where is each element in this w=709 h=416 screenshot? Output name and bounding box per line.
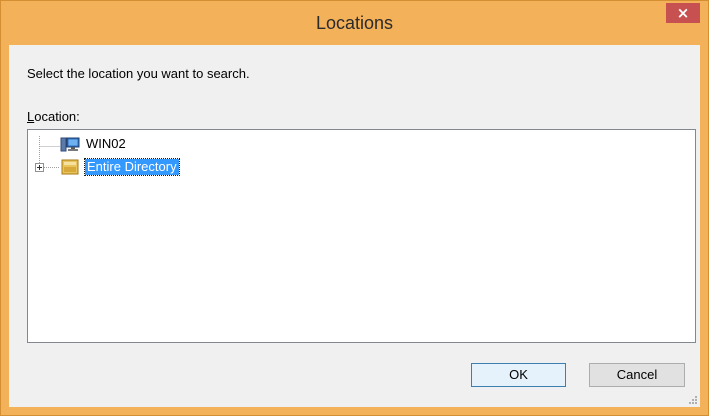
location-label-text: ocation:	[34, 109, 80, 124]
instruction-text: Select the location you want to search.	[27, 66, 250, 81]
ok-button[interactable]: OK	[471, 363, 566, 387]
close-icon: ×	[676, 4, 690, 22]
location-label: Location:	[27, 109, 80, 124]
directory-icon	[61, 159, 79, 175]
resize-grip-icon[interactable]	[688, 395, 698, 405]
tree-node-label: WIN02	[86, 136, 126, 151]
title-bar[interactable]: Locations ×	[1, 1, 708, 45]
locations-dialog: Locations × Select the location you want…	[0, 0, 709, 416]
cancel-button[interactable]: Cancel	[589, 363, 685, 387]
computer-icon	[60, 137, 80, 152]
close-button[interactable]: ×	[666, 3, 700, 23]
tree-node-label: Entire Directory	[84, 158, 180, 176]
expand-toggle[interactable]	[35, 163, 44, 172]
window-title: Locations	[315, 13, 394, 33]
dialog-client-area: Select the location you want to search. …	[9, 45, 700, 407]
location-tree[interactable]: WIN02 Entire Directory	[27, 129, 696, 343]
